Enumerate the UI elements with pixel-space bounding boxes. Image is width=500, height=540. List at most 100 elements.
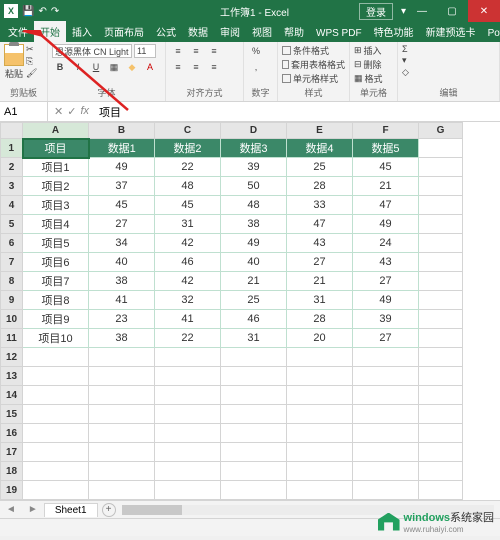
cell[interactable] (287, 367, 353, 386)
col-header[interactable]: E (287, 123, 353, 139)
copy-icon[interactable]: ⎘ (26, 56, 37, 67)
ribbon-tab[interactable]: 插入 (66, 21, 98, 42)
cell[interactable]: 43 (287, 234, 353, 253)
cell[interactable] (89, 348, 155, 367)
cell[interactable]: 项目5 (23, 234, 89, 253)
col-header[interactable]: C (155, 123, 221, 139)
cell[interactable] (419, 215, 463, 234)
align-bot-icon[interactable]: ≡ (206, 44, 222, 58)
cell[interactable]: 21 (287, 272, 353, 291)
ribbon-tab[interactable]: 特色功能 (368, 21, 420, 42)
cell[interactable]: 41 (89, 291, 155, 310)
grid[interactable]: ABCDEFG1项目数据1数据2数据3数据4数据52项目149223925453… (0, 122, 463, 500)
cell[interactable]: 48 (221, 196, 287, 215)
cell[interactable] (23, 405, 89, 424)
ribbon-tab[interactable]: 审阅 (214, 21, 246, 42)
cell[interactable] (419, 253, 463, 272)
cell[interactable] (155, 462, 221, 481)
cell[interactable]: 32 (155, 291, 221, 310)
cell[interactable]: 33 (287, 196, 353, 215)
cell[interactable] (419, 196, 463, 215)
cell[interactable]: 21 (353, 177, 419, 196)
cell[interactable] (89, 443, 155, 462)
sheet-tab-active[interactable]: Sheet1 (44, 503, 98, 517)
cell[interactable] (89, 386, 155, 405)
cell[interactable]: 37 (89, 177, 155, 196)
cell[interactable] (419, 405, 463, 424)
percent-icon[interactable]: % (248, 44, 264, 58)
align-top-icon[interactable]: ≡ (170, 44, 186, 58)
cell[interactable]: 27 (353, 329, 419, 348)
cell[interactable]: 数据2 (155, 139, 221, 158)
cell[interactable]: 39 (353, 310, 419, 329)
table-format-button[interactable]: 套用表格格式 (282, 58, 345, 71)
cell[interactable]: 项目1 (23, 158, 89, 177)
comma-icon[interactable]: , (248, 60, 264, 74)
cell[interactable]: 27 (89, 215, 155, 234)
cell[interactable]: 49 (89, 158, 155, 177)
fill-color-button[interactable]: ◆ (124, 60, 140, 74)
cell[interactable]: 49 (353, 291, 419, 310)
cond-format-button[interactable]: 条件格式 (282, 44, 345, 57)
cell[interactable] (155, 443, 221, 462)
row-header[interactable]: 3 (1, 177, 23, 196)
cell[interactable] (287, 443, 353, 462)
row-header[interactable]: 1 (1, 139, 23, 158)
ribbon-tab[interactable]: 页面布局 (98, 21, 150, 42)
row-header[interactable]: 16 (1, 424, 23, 443)
cell[interactable] (419, 310, 463, 329)
row-header[interactable]: 17 (1, 443, 23, 462)
cell[interactable]: 42 (155, 272, 221, 291)
paste-button[interactable]: 粘贴 (4, 44, 24, 80)
cell[interactable] (419, 424, 463, 443)
cell[interactable] (221, 443, 287, 462)
cell[interactable]: 27 (287, 253, 353, 272)
row-header[interactable]: 15 (1, 405, 23, 424)
cell[interactable] (155, 481, 221, 500)
qat-save-icon[interactable]: 💾 (22, 6, 34, 17)
border-button[interactable]: ▦ (106, 60, 122, 74)
col-header[interactable]: F (353, 123, 419, 139)
row-header[interactable]: 14 (1, 386, 23, 405)
fill-icon[interactable]: ▾ (402, 55, 495, 66)
cell[interactable]: 38 (221, 215, 287, 234)
cell[interactable]: 46 (221, 310, 287, 329)
cell[interactable]: 20 (287, 329, 353, 348)
cell[interactable]: 39 (221, 158, 287, 177)
qat-redo-icon[interactable]: ↷ (51, 6, 59, 17)
ribbon-options-icon[interactable]: ▾ (401, 6, 406, 17)
cell[interactable] (89, 481, 155, 500)
ribbon-tab[interactable]: 视图 (246, 21, 278, 42)
col-header[interactable]: D (221, 123, 287, 139)
cell[interactable] (89, 405, 155, 424)
cell[interactable]: 47 (287, 215, 353, 234)
cell[interactable] (419, 386, 463, 405)
cell[interactable] (419, 234, 463, 253)
ribbon-tab[interactable]: 帮助 (278, 21, 310, 42)
cell[interactable] (221, 367, 287, 386)
cut-icon[interactable]: ✂ (26, 44, 37, 55)
cell[interactable]: 27 (353, 272, 419, 291)
cell[interactable] (419, 158, 463, 177)
qat-undo-icon[interactable]: ↶ (38, 6, 46, 17)
cell[interactable]: 数据4 (287, 139, 353, 158)
cell[interactable] (353, 367, 419, 386)
align-left-icon[interactable]: ≡ (170, 60, 186, 74)
cell[interactable] (155, 424, 221, 443)
sheet-nav-prev[interactable]: ◄ (0, 504, 22, 515)
cell[interactable] (155, 348, 221, 367)
cell[interactable]: 47 (353, 196, 419, 215)
cell-style-button[interactable]: 单元格样式 (282, 72, 345, 85)
cell[interactable]: 45 (155, 196, 221, 215)
cell[interactable]: 31 (287, 291, 353, 310)
row-header[interactable]: 11 (1, 329, 23, 348)
cell[interactable]: 22 (155, 329, 221, 348)
col-header[interactable]: B (89, 123, 155, 139)
cell[interactable]: 项目 (23, 139, 89, 158)
cell[interactable]: 项目3 (23, 196, 89, 215)
col-header[interactable]: A (23, 123, 89, 139)
cell[interactable] (287, 424, 353, 443)
cell[interactable] (419, 348, 463, 367)
cell[interactable] (353, 443, 419, 462)
cell[interactable] (89, 367, 155, 386)
